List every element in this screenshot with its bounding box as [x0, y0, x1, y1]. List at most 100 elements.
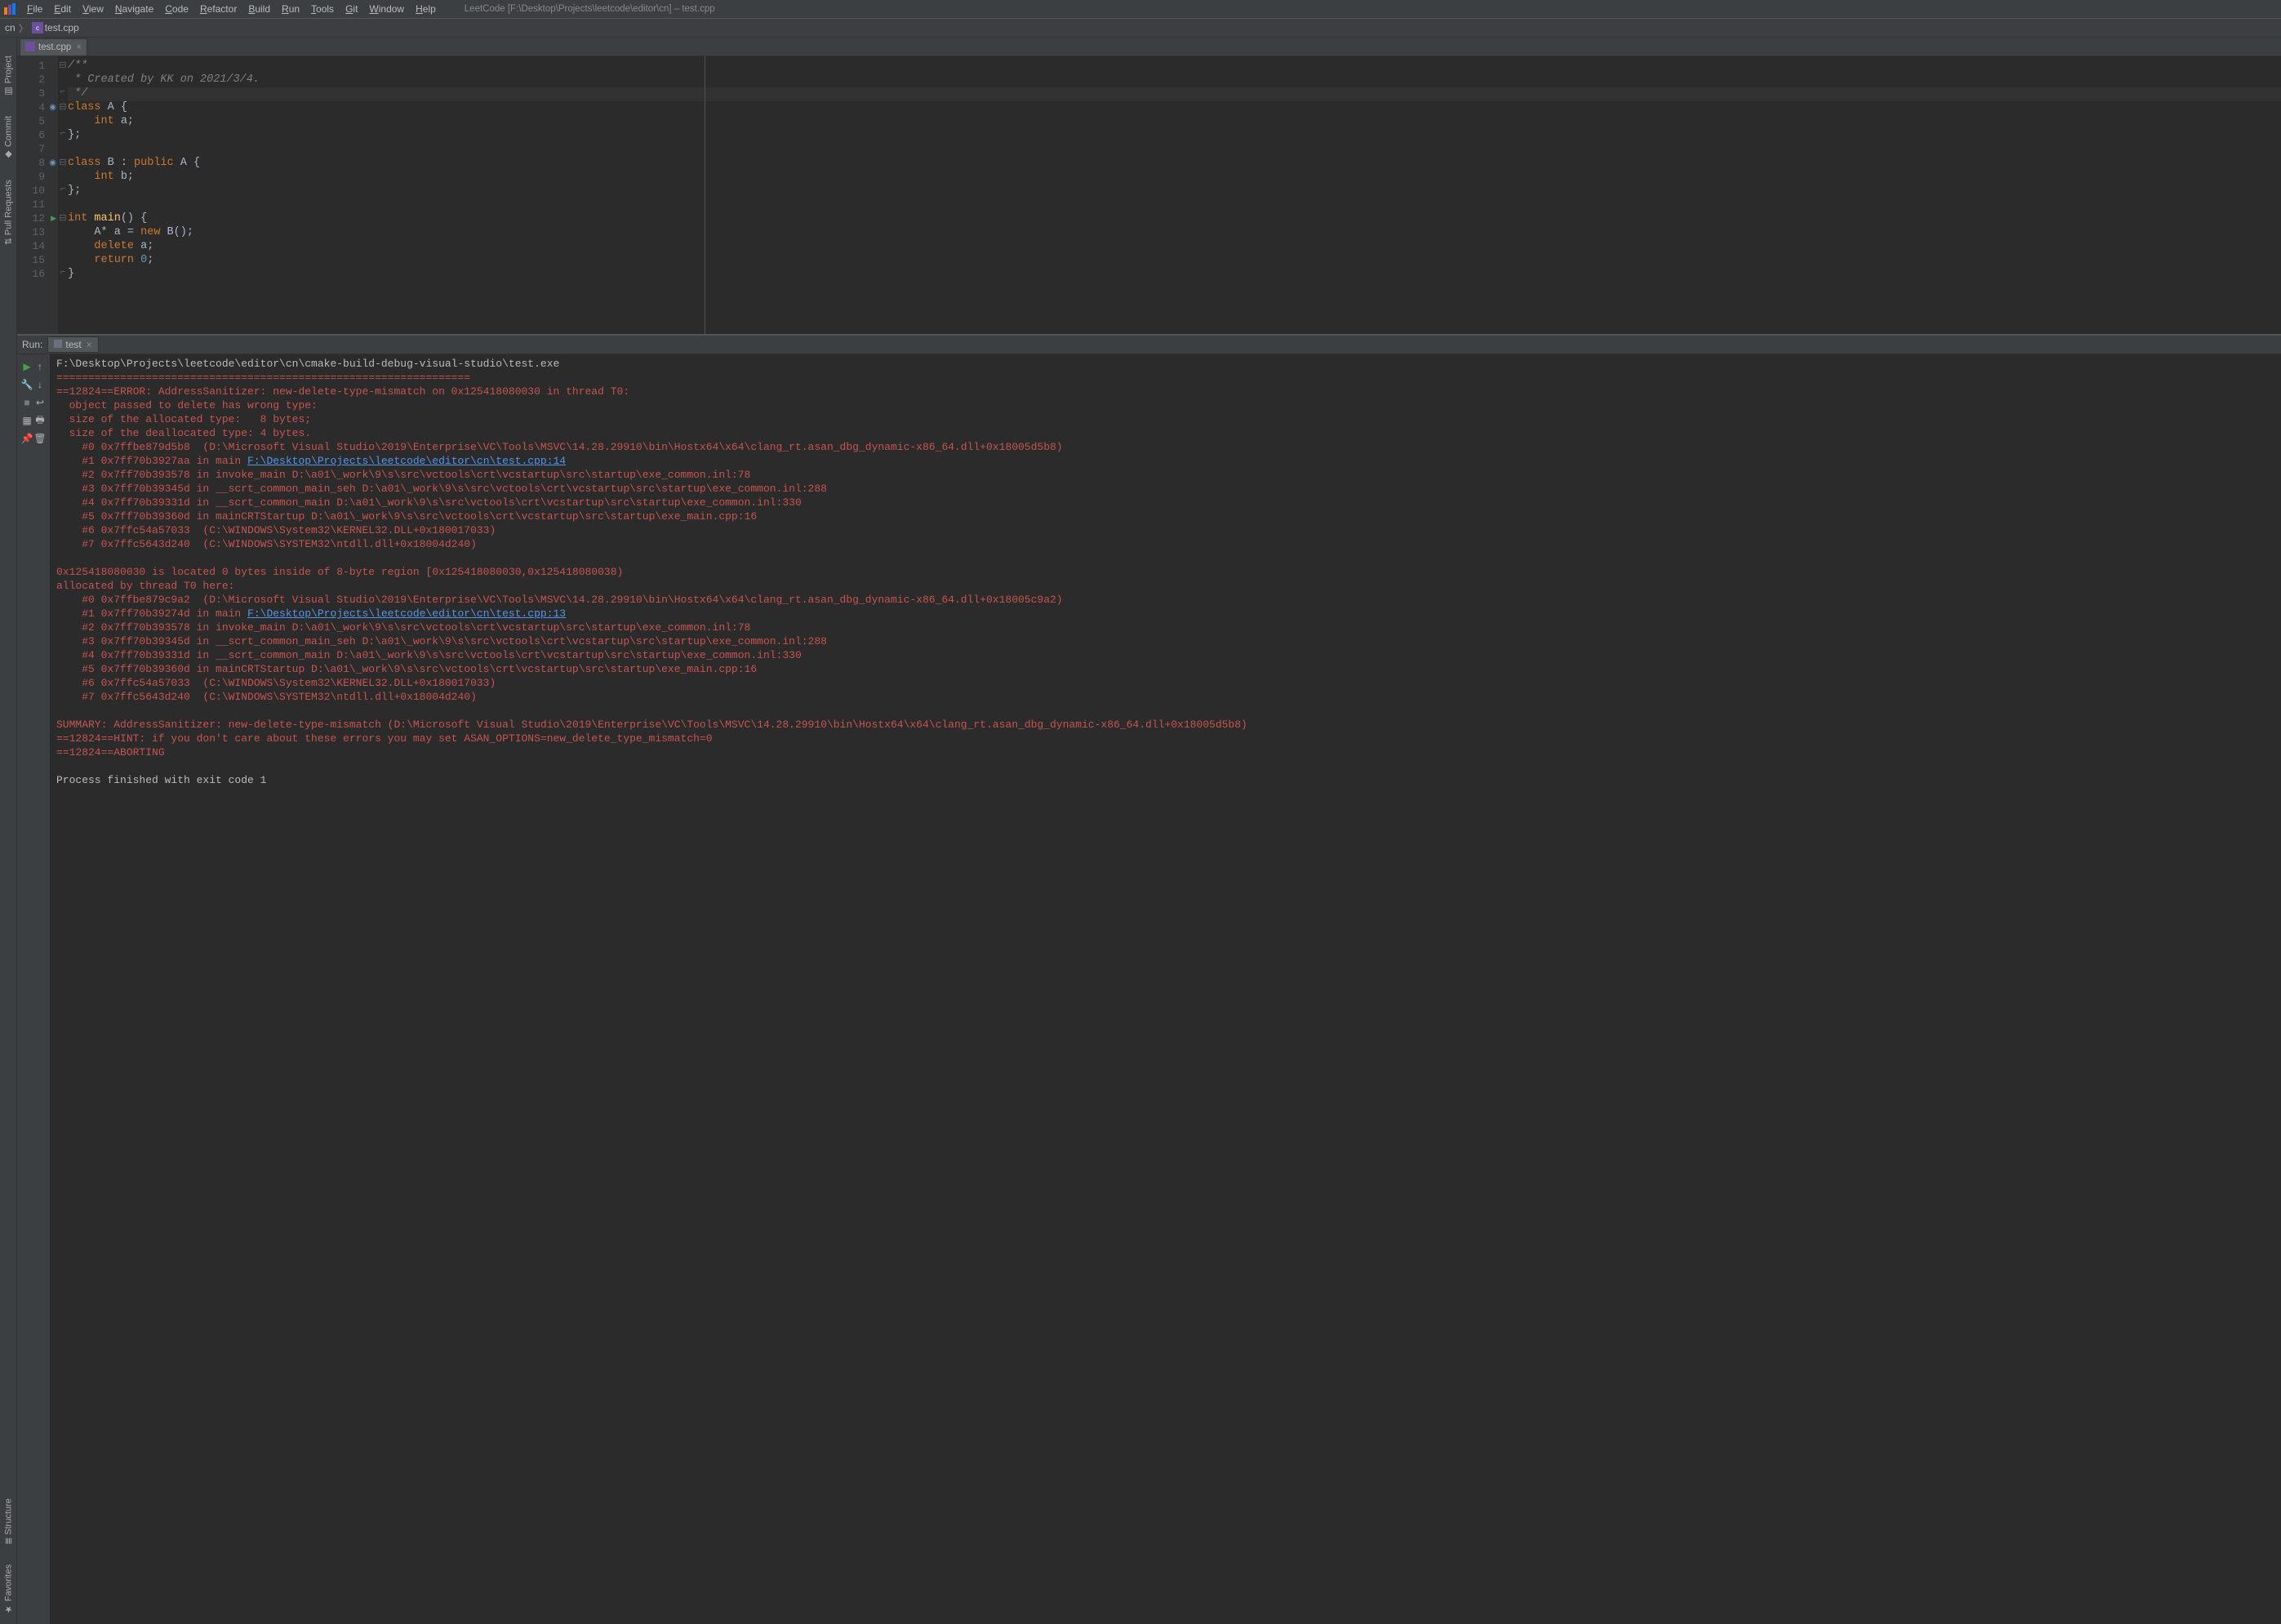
close-icon[interactable]: ×	[87, 339, 92, 350]
menu-refactor[interactable]: Refactor	[194, 3, 242, 15]
console-line	[56, 552, 2274, 566]
svg-text:c: c	[36, 24, 39, 32]
code-line[interactable]: }	[68, 268, 2281, 282]
menu-window[interactable]: Window	[363, 3, 410, 15]
console-line: #1 0x7ff70b39274d in main F:\Desktop\Pro…	[56, 607, 2274, 621]
layout-icon[interactable]: ▦	[20, 414, 33, 427]
close-icon[interactable]: ×	[76, 42, 82, 52]
code-line[interactable]: A* a = new B();	[68, 226, 2281, 240]
code-line[interactable]: class A {	[68, 101, 2281, 115]
console-line: ==12824==ABORTING	[56, 746, 2274, 760]
code-line[interactable]: */	[68, 87, 2281, 101]
editor-tabs: test.cpp ×	[17, 38, 2281, 56]
soft-wrap-icon[interactable]: ↩	[33, 396, 47, 409]
code-line[interactable]: int b;	[68, 171, 2281, 185]
up-icon[interactable]: ↑	[33, 360, 47, 373]
file-link[interactable]: F:\Desktop\Projects\leetcode\editor\cn\t…	[247, 607, 566, 620]
stop-icon[interactable]: ■	[20, 396, 33, 409]
inheritance-icon[interactable]: ◉	[49, 103, 56, 113]
console-line: 0x125418080030 is located 0 bytes inside…	[56, 566, 2274, 580]
code-area[interactable]: /** * Created by KK on 2021/3/4. */class…	[68, 56, 2281, 334]
menu-git[interactable]: Git	[340, 3, 363, 15]
file-link[interactable]: F:\Desktop\Projects\leetcode\editor\cn\t…	[247, 455, 566, 467]
sidebar-item-favorites[interactable]: ★ Favorites	[3, 1564, 14, 1614]
rerun-icon[interactable]: ▶	[20, 360, 33, 373]
crumb-root[interactable]: cn	[5, 22, 16, 33]
console-line: #2 0x7ff70b393578 in invoke_main D:\a01\…	[56, 469, 2274, 483]
code-line[interactable]: * Created by KK on 2021/3/4.	[68, 73, 2281, 87]
pull-requests-icon: ⇅	[3, 238, 14, 245]
breadcrumb-sep-icon: 〉	[19, 21, 29, 35]
console-line: #5 0x7ff70b39360d in mainCRTStartup D:\a…	[56, 663, 2274, 677]
code-line[interactable]: delete a;	[68, 240, 2281, 254]
menubar: FileEditViewNavigateCodeRefactorBuildRun…	[0, 0, 2281, 19]
sidebar-item-project[interactable]: ▤ Project	[3, 56, 14, 96]
console-line: #4 0x7ff70b39331d in __scrt_common_main …	[56, 496, 2274, 510]
console-line: size of the allocated type: 8 bytes;	[56, 413, 2274, 427]
console-line: Process finished with exit code 1	[56, 774, 2274, 788]
console-line	[56, 760, 2274, 774]
console-line: ==12824==HINT: if you don't care about t…	[56, 732, 2274, 746]
console-line: ==12824==ERROR: AddressSanitizer: new-de…	[56, 385, 2274, 399]
print-icon[interactable]: 🖶	[33, 414, 47, 427]
window-title: LeetCode [F:\Desktop\Projects\leetcode\e…	[465, 4, 715, 14]
commit-icon: ◆	[3, 149, 14, 160]
run-toolwindow-header: Run: test ×	[17, 335, 2281, 354]
sidebar-item-commit[interactable]: ◆ Commit	[3, 116, 14, 160]
code-line[interactable]: };	[68, 185, 2281, 198]
menu-navigate[interactable]: Navigate	[109, 3, 159, 15]
console-line: #0 0x7ffbe879d5b8 (D:\Microsoft Visual S…	[56, 441, 2274, 455]
line-gutter[interactable]: 1234◉5678◉9101112▶13141516	[17, 56, 58, 334]
wrench-icon[interactable]: 🔧	[20, 378, 33, 391]
run-output[interactable]: F:\Desktop\Projects\leetcode\editor\cn\c…	[50, 354, 2281, 1624]
menu-help[interactable]: Help	[410, 3, 442, 15]
app-icon	[3, 2, 16, 16]
cpp-file-icon: c	[32, 22, 43, 33]
console-line: #6 0x7ffc54a57033 (C:\WINDOWS\System32\K…	[56, 677, 2274, 691]
favorites-icon: ★	[3, 1604, 14, 1614]
code-line[interactable]: int main() {	[68, 212, 2281, 226]
code-line[interactable]: return 0;	[68, 254, 2281, 268]
console-line: #2 0x7ff70b393578 in invoke_main D:\a01\…	[56, 621, 2274, 635]
menu-code[interactable]: Code	[159, 3, 194, 15]
code-line[interactable]: class B : public A {	[68, 157, 2281, 171]
code-line[interactable]: int a;	[68, 115, 2281, 129]
trash-icon[interactable]: 🗑	[33, 432, 47, 445]
code-line[interactable]: };	[68, 129, 2281, 143]
console-line: #3 0x7ff70b39345d in __scrt_common_main_…	[56, 483, 2274, 496]
menu-run[interactable]: Run	[276, 3, 305, 15]
run-config-icon	[54, 339, 62, 350]
run-label: Run:	[22, 339, 42, 350]
code-line[interactable]: /**	[68, 60, 2281, 73]
console-line: ========================================…	[56, 372, 2274, 385]
console-line: #3 0x7ff70b39345d in __scrt_common_main_…	[56, 635, 2274, 649]
console-line: #6 0x7ffc54a57033 (C:\WINDOWS\System32\K…	[56, 524, 2274, 538]
console-line: #5 0x7ff70b39360d in mainCRTStartup D:\a…	[56, 510, 2274, 524]
run-gutter: ▶ 🔧 ■ ▦ 📌 ↑ ↓ ↩ 🖶 🗑	[17, 354, 50, 1624]
run-tab[interactable]: test ×	[47, 336, 98, 353]
crumb-file[interactable]: test.cpp	[45, 22, 79, 33]
editor-tab-test[interactable]: test.cpp ×	[20, 38, 87, 56]
fold-gutter[interactable]: ⊟⌐⊟⌐⊟⌐⊟⌐	[58, 56, 68, 334]
sidebar-item-pull-requests[interactable]: ⇅ Pull Requests	[3, 180, 14, 245]
code-line[interactable]	[68, 198, 2281, 212]
project-icon: ▤	[3, 86, 14, 96]
code-line[interactable]	[68, 143, 2281, 157]
run-gutter-icon[interactable]: ▶	[51, 215, 56, 223]
editor[interactable]: 1234◉5678◉9101112▶13141516 ⊟⌐⊟⌐⊟⌐⊟⌐ /** …	[17, 56, 2281, 335]
sidebar-item-structure[interactable]: ≣ Structure	[3, 1498, 14, 1545]
inheritance-icon[interactable]: ◉	[49, 158, 56, 168]
console-line: allocated by thread T0 here:	[56, 580, 2274, 594]
menu-edit[interactable]: Edit	[48, 3, 77, 15]
console-line: #0 0x7ffbe879c9a2 (D:\Microsoft Visual S…	[56, 594, 2274, 607]
menu-file[interactable]: File	[21, 3, 48, 15]
pin-icon[interactable]: 📌	[20, 432, 33, 445]
console-line: #1 0x7ff70b3927aa in main F:\Desktop\Pro…	[56, 455, 2274, 469]
down-icon[interactable]: ↓	[33, 378, 47, 391]
console-line: #4 0x7ff70b39331d in __scrt_common_main …	[56, 649, 2274, 663]
menu-build[interactable]: Build	[242, 3, 276, 15]
breadcrumb: cn 〉 c test.cpp	[0, 19, 2281, 38]
menu-view[interactable]: View	[77, 3, 109, 15]
menu-tools[interactable]: Tools	[305, 3, 340, 15]
left-toolwindow-bar: ▤ Project ◆ Commit ⇅ Pull Requests ≣ Str…	[0, 38, 17, 1624]
